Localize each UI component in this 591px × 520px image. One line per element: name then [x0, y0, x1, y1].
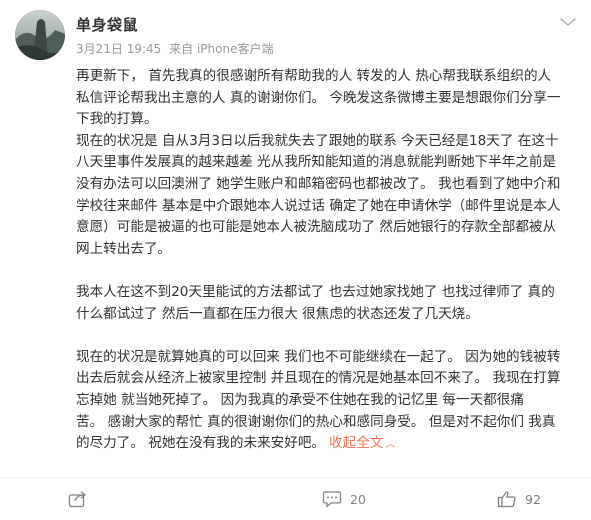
share-icon — [68, 491, 86, 508]
thumbs-up-icon — [497, 491, 516, 508]
post-body: 再更新下， 首先我真的很感谢所有帮助我的人 转发的人 热心帮我联系组织的人 私信… — [76, 66, 581, 456]
text-line: 什么都试过了 然后一直都在压力很大 很焦虑的状态还发了几天烧。 — [76, 305, 479, 322]
avatar-image — [15, 10, 65, 60]
text-line: 意愿）可能是被逼的也可能是她本人被洗脑成功了 然后她银行的存款全部都被从 — [76, 219, 557, 236]
text-line: 没有办法可以回澳洲了 她学生账户和邮箱密码也都被改了。 我也看到了她中介和 — [76, 175, 561, 192]
post-header: 单身袋鼠 3月21日 19:45 来自 iPhone客户端 — [0, 0, 591, 62]
collapse-full-text-link[interactable]: 收起全文 ︿ — [329, 435, 395, 451]
paragraph-1: 再更新下， 首先我真的很感谢所有帮助我的人 转发的人 热心帮我联系组织的人 私信… — [76, 66, 581, 131]
paragraph-4: 现在的状况是就算她真的可以回来 我们也不可能继续在一起了。 因为她的钱被转 出去… — [76, 347, 581, 456]
text-line: 现在的状况是 自从3月3日以后我就失去了跟她的联系 今天已经是18天了 在这十 — [76, 132, 559, 149]
share-button[interactable] — [68, 478, 96, 520]
text-line: 出去后就会从经济上被家里控制 并且现在的情况是她基本回不来了。 我现在打算 — [76, 370, 561, 387]
text-line: 我本人在这不到20天里能试的方法都试了 也去过她家找她了 也找过律师了 真的 — [76, 283, 555, 300]
text-line: 再更新下， 首先我真的很感谢所有帮助我的人 转发的人 热心帮我联系组织的人 — [76, 68, 552, 84]
paragraph-2: 现在的状况是 自从3月3日以后我就失去了跟她的联系 今天已经是18天了 在这十 … — [76, 131, 581, 261]
chevron-down-icon[interactable] — [558, 14, 578, 30]
like-count: 92 — [525, 491, 541, 507]
collapse-label: 收起全文 — [329, 435, 384, 452]
text-line: 八天里事件发展真的越来越差 光从我所知能知道的消息就能判断她下半年之前是 — [76, 154, 557, 171]
like-button[interactable]: 92 — [497, 478, 541, 520]
text-line: 网上转出去了。 — [76, 240, 172, 257]
comment-icon — [322, 491, 342, 508]
avatar[interactable] — [15, 10, 65, 60]
text-line-content: 的尽力了。 祝她在没有我的未来安好吧。 — [76, 435, 326, 452]
post-meta: 3月21日 19:45 来自 iPhone客户端 — [76, 40, 277, 57]
text-line: 私信评论帮我出主意的人 真的谢谢你们。 今晚发这条微博主要是想跟你们分享一 — [76, 89, 561, 106]
comment-button[interactable]: 20 — [322, 478, 366, 520]
text-line: 下我的打算。 — [76, 111, 158, 128]
post-source: 来自 iPhone客户端 — [169, 42, 274, 56]
paragraph-3: 我本人在这不到20天里能试的方法都试了 也去过她家找她了 也找过律师了 真的 什… — [76, 282, 581, 325]
text-line-last: 的尽力了。 祝她在没有我的未来安好吧。 收起全文 ︿ — [76, 433, 581, 456]
text-line: 苦。 感谢大家的帮忙 真的很谢谢你们的热心和感同身受。 但是对不起你们 我真 — [76, 413, 556, 430]
text-line: 学校往来邮件 基本是中介跟她本人说过话 确定了她在申请休学（邮件里说是本人 — [76, 197, 561, 214]
text-line: 现在的状况是就算她真的可以回来 我们也不可能继续在一起了。 因为她的钱被转 — [76, 348, 561, 365]
post-date[interactable]: 3月21日 19:45 — [76, 42, 161, 56]
username[interactable]: 单身袋鼠 — [76, 14, 138, 35]
comment-count: 20 — [350, 491, 366, 507]
collapse-caret-icon: ︿ — [385, 439, 396, 451]
action-bar: 20 92 — [0, 478, 591, 520]
text-line: 忘掉她 就当她死掉了。 因为我真的承受不住她在我的记忆里 每一天都很痛 — [76, 391, 524, 408]
